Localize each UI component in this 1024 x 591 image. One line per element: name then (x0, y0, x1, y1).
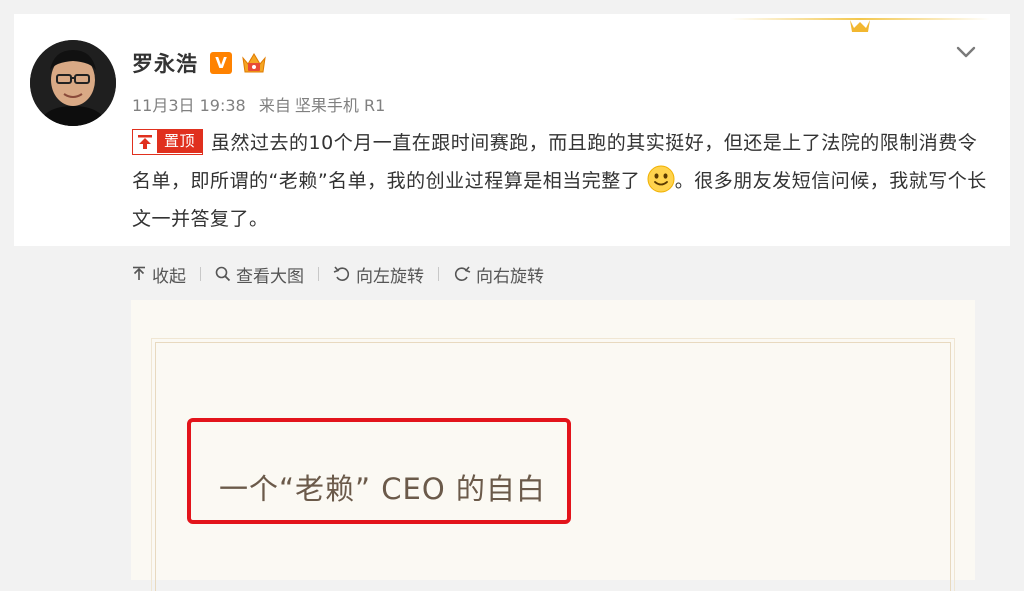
vip-badge[interactable]: V (210, 52, 232, 74)
post-date[interactable]: 11月3日 19:38 (132, 96, 246, 115)
decorative-gold-line (730, 18, 990, 32)
smiley-icon (647, 165, 675, 192)
pinned-label: 置顶 (157, 130, 203, 153)
post-text: 置顶 虽然过去的10个月一直在跟时间赛跑，而且跑的其实挺好，但还是上了法院的限制… (132, 124, 994, 238)
divider (200, 267, 201, 281)
media-toolbar: 收起 查看大图 向左旋转 向右旋转 (131, 262, 544, 287)
pinned-tag: 置顶 (132, 128, 204, 155)
crown-icon[interactable] (240, 50, 268, 76)
rotate-left-button[interactable]: 向左旋转 (333, 262, 424, 287)
rotate-left-label: 向左旋转 (356, 266, 424, 287)
post-source[interactable]: 坚果手机 R1 (295, 96, 385, 115)
rotate-left-icon (333, 266, 350, 281)
view-large-button[interactable]: 查看大图 (215, 262, 304, 287)
pin-icon (133, 130, 157, 153)
view-large-label: 查看大图 (236, 266, 304, 287)
divider (318, 267, 319, 281)
source-prefix: 来自 (258, 96, 291, 115)
username-row: 罗永浩 V (132, 48, 268, 78)
divider (438, 267, 439, 281)
avatar[interactable] (30, 40, 116, 126)
weibo-post-card: 罗永浩 V 11月3日 19:38 来自 坚果手机 R1 置顶 虽然过去的10个月… (14, 14, 1010, 246)
rotate-right-icon (454, 266, 471, 281)
collapse-label: 收起 (152, 266, 186, 287)
upload-icon (133, 266, 145, 280)
collapse-button[interactable]: 收起 (131, 262, 186, 287)
post-meta: 11月3日 19:38 来自 坚果手机 R1 (132, 92, 385, 116)
username[interactable]: 罗永浩 (132, 48, 198, 78)
rotate-right-label: 向右旋转 (476, 266, 544, 287)
magnifier-icon (215, 266, 231, 282)
chevron-down-icon[interactable] (954, 40, 978, 64)
rotate-right-button[interactable]: 向右旋转 (453, 262, 544, 287)
image-preview[interactable]: 一个“老赖” CEO 的自白 (131, 300, 975, 591)
preview-title: 一个“老赖” CEO 的自白 (219, 472, 546, 506)
